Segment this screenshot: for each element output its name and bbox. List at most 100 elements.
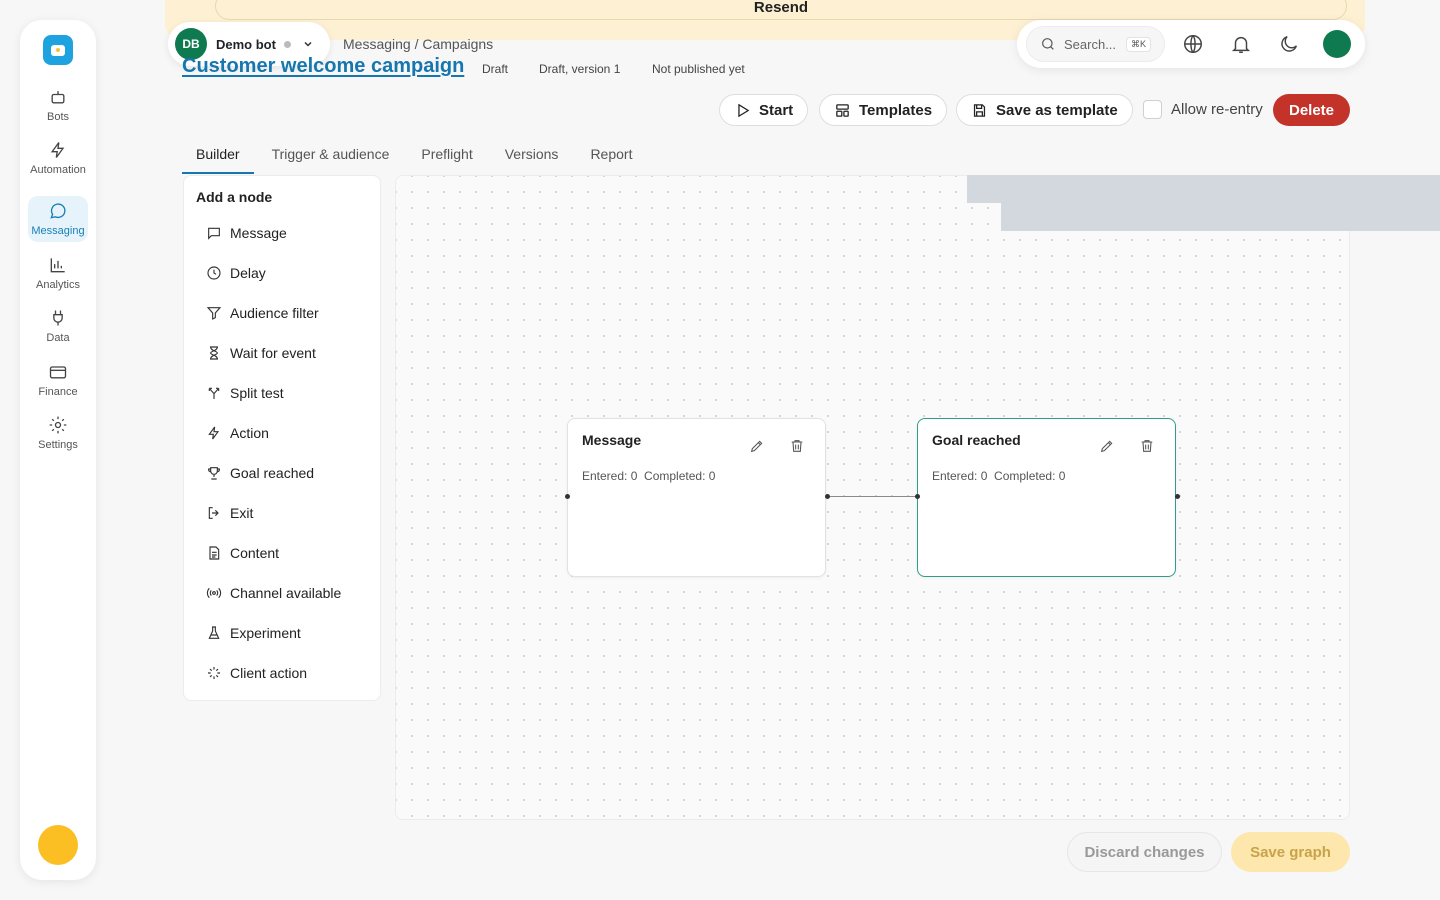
lightning-icon <box>208 426 220 440</box>
node-palette: Add a node Message Delay Audience filter… <box>183 175 381 701</box>
allow-reentry-checkbox[interactable] <box>1143 100 1162 119</box>
save-as-template-button[interactable]: Save as template <box>956 94 1133 126</box>
palette-item-experiment[interactable]: Experiment <box>206 623 301 643</box>
palette-item-split-test[interactable]: Split test <box>206 383 284 403</box>
play-icon <box>738 103 750 117</box>
node-input-port[interactable] <box>565 494 570 499</box>
moon-icon <box>1281 35 1298 52</box>
logo-icon <box>51 44 65 56</box>
tab-report[interactable]: Report <box>572 138 646 174</box>
account-avatar[interactable] <box>1323 30 1351 58</box>
canvas-overlay <box>1001 203 1440 231</box>
top-toolbar: Search... ⌘K <box>1017 20 1365 68</box>
sidebar-item-settings[interactable]: Settings <box>28 410 88 456</box>
sidebar-item-bots[interactable]: Bots <box>28 82 88 128</box>
broadcast-icon <box>206 587 222 599</box>
palette-item-goal-reached[interactable]: Goal reached <box>206 463 314 483</box>
resend-button[interactable]: Resend <box>215 0 1347 20</box>
clock-icon <box>207 266 221 280</box>
filter-icon <box>206 307 222 320</box>
sidebar-item-automation[interactable]: Automation <box>28 135 88 181</box>
chevron-down-icon <box>304 41 312 47</box>
edit-node-button[interactable] <box>749 438 765 454</box>
plug-icon <box>53 310 63 326</box>
sidebar-item-label: Messaging <box>31 225 85 237</box>
palette-item-action[interactable]: Action <box>206 423 269 443</box>
bar-chart-icon <box>50 258 65 273</box>
tab-bar: Builder Trigger & audience Preflight Ver… <box>182 138 646 174</box>
allow-reentry-toggle[interactable]: Allow re-entry <box>1143 100 1263 119</box>
sidebar-item-messaging[interactable]: Messaging <box>28 196 88 242</box>
flow-node-goal-reached[interactable]: Goal reached Entered: 0 Completed: 0 <box>917 418 1176 577</box>
notifications-button[interactable] <box>1230 33 1252 55</box>
node-output-port[interactable] <box>1175 494 1180 499</box>
palette-item-client-action[interactable]: Client action <box>206 663 307 683</box>
search-icon <box>1042 38 1054 50</box>
canvas-overlay <box>967 175 1440 203</box>
sidebar-item-label: Bots <box>46 111 69 123</box>
delete-node-button[interactable] <box>1139 438 1155 454</box>
palette-item-wait-for-event[interactable]: Wait for event <box>206 343 316 363</box>
search-input[interactable]: Search... ⌘K <box>1026 26 1165 62</box>
sidebar-item-data[interactable]: Data <box>28 303 88 349</box>
user-avatar[interactable] <box>38 825 78 865</box>
breadcrumb[interactable]: Messaging / Campaigns <box>343 36 493 52</box>
gear-icon <box>49 416 67 434</box>
hourglass-icon <box>210 346 218 360</box>
palette-item-content[interactable]: Content <box>206 543 279 563</box>
palette-item-channel-available[interactable]: Channel available <box>206 583 341 603</box>
page-title[interactable]: Customer welcome campaign <box>182 55 464 78</box>
start-button[interactable]: Start <box>719 94 809 126</box>
delete-node-button[interactable] <box>789 438 805 454</box>
discard-changes-button[interactable]: Discard changes <box>1067 832 1222 872</box>
language-button[interactable] <box>1182 33 1204 55</box>
node-title: Goal reached <box>932 432 1021 448</box>
version-label: Draft, version 1 <box>539 62 621 76</box>
status-badge: Draft <box>482 62 509 76</box>
node-stats: Entered: 0 Completed: 0 <box>582 469 716 483</box>
chat-bubble-icon <box>50 203 66 219</box>
palette-item-delay[interactable]: Delay <box>206 263 266 283</box>
flow-node-message[interactable]: Message Entered: 0 Completed: 0 <box>567 418 826 577</box>
node-connector[interactable] <box>827 496 917 497</box>
pencil-icon <box>1100 440 1113 453</box>
document-icon <box>209 546 220 560</box>
save-graph-button[interactable]: Save graph <box>1231 832 1350 872</box>
tab-trigger-audience[interactable]: Trigger & audience <box>254 138 404 174</box>
exit-icon <box>208 507 219 519</box>
tab-preflight[interactable]: Preflight <box>403 138 486 174</box>
flask-icon <box>208 626 220 639</box>
shortcut-hint: ⌘K <box>1126 36 1152 52</box>
globe-icon <box>1184 35 1202 53</box>
node-title: Message <box>582 432 642 448</box>
templates-button[interactable]: Templates <box>819 94 948 126</box>
app-logo[interactable] <box>43 35 73 65</box>
trash-icon <box>1141 440 1153 452</box>
sidebar-item-label: Data <box>46 332 70 344</box>
palette-item-audience-filter[interactable]: Audience filter <box>206 303 319 323</box>
palette-item-exit[interactable]: Exit <box>206 503 253 523</box>
sidebar-item-label: Automation <box>30 164 86 176</box>
lightning-icon <box>50 142 65 158</box>
template-icon <box>836 103 849 117</box>
tab-builder[interactable]: Builder <box>182 138 254 174</box>
pencil-icon <box>750 440 763 453</box>
theme-toggle[interactable] <box>1278 33 1300 55</box>
flow-canvas[interactable] <box>395 175 1350 820</box>
node-input-port[interactable] <box>915 494 920 499</box>
node-output-port[interactable] <box>825 494 830 499</box>
sidebar-item-label: Analytics <box>35 279 81 291</box>
bot-status-dot <box>283 40 291 48</box>
palette-item-message[interactable]: Message <box>206 223 287 243</box>
delete-button[interactable]: Delete <box>1273 94 1350 126</box>
trophy-icon <box>208 467 220 480</box>
bell-icon <box>1231 36 1251 53</box>
message-icon <box>208 227 220 240</box>
sidebar-item-finance[interactable]: Finance <box>28 357 88 403</box>
publish-status: Not published yet <box>652 62 745 76</box>
node-stats: Entered: 0 Completed: 0 <box>932 469 1066 483</box>
tab-versions[interactable]: Versions <box>487 138 573 174</box>
sidebar-item-analytics[interactable]: Analytics <box>28 250 88 296</box>
palette-title: Add a node <box>196 189 273 205</box>
edit-node-button[interactable] <box>1099 438 1115 454</box>
